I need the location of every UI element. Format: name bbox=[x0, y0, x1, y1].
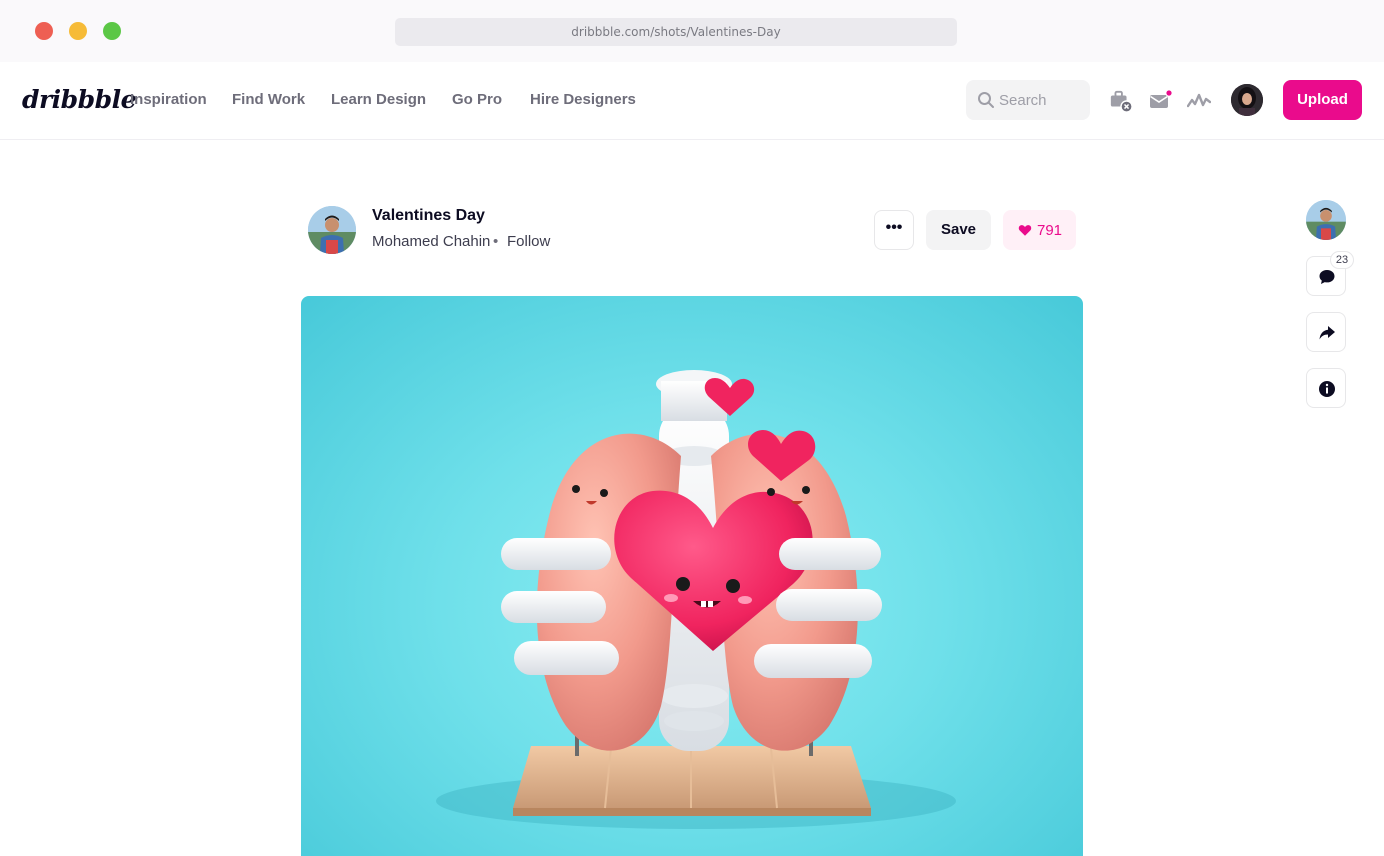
shot-title: Valentines Day bbox=[372, 207, 485, 224]
save-button[interactable]: Save bbox=[926, 210, 991, 250]
maximize-window-button[interactable] bbox=[103, 22, 121, 40]
more-options-button[interactable]: ••• bbox=[874, 210, 914, 250]
close-window-button[interactable] bbox=[35, 22, 53, 40]
user-avatar[interactable] bbox=[1231, 84, 1263, 116]
top-nav: dribbble Inspiration Find Work Learn Des… bbox=[0, 62, 1384, 140]
briefcase-icon[interactable] bbox=[1109, 89, 1133, 113]
minimize-window-button[interactable] bbox=[69, 22, 87, 40]
user-avatar-image bbox=[1231, 84, 1263, 116]
search-input[interactable]: Search bbox=[966, 80, 1090, 120]
nav-link-hire-designers[interactable]: Hire Designers bbox=[530, 91, 636, 108]
rail-author-avatar-image bbox=[1306, 200, 1346, 240]
address-bar[interactable]: dribbble.com/shots/Valentines-Day bbox=[395, 18, 957, 46]
like-button[interactable]: 791 bbox=[1003, 210, 1076, 250]
browser-chrome: dribbble.com/shots/Valentines-Day bbox=[0, 0, 1384, 62]
activity-icon[interactable] bbox=[1187, 89, 1211, 113]
heart-icon bbox=[1018, 225, 1032, 236]
mail-icon[interactable] bbox=[1148, 89, 1172, 113]
comment-icon bbox=[1319, 270, 1335, 284]
search-placeholder: Search bbox=[999, 92, 1047, 109]
upload-button[interactable]: Upload bbox=[1283, 80, 1362, 120]
nav-link-go-pro[interactable]: Go Pro bbox=[452, 91, 502, 108]
author-avatar-image bbox=[308, 206, 356, 254]
author-avatar[interactable] bbox=[308, 206, 356, 254]
share-icon bbox=[1319, 326, 1335, 340]
rail-author-avatar[interactable] bbox=[1306, 200, 1346, 240]
shot-image[interactable] bbox=[301, 296, 1083, 856]
search-icon bbox=[978, 92, 994, 108]
valentines-lungs-illustration bbox=[436, 370, 956, 829]
info-icon bbox=[1319, 381, 1335, 397]
nav-link-learn-design[interactable]: Learn Design bbox=[331, 91, 426, 108]
like-count: 791 bbox=[1037, 222, 1063, 239]
separator-dot: • bbox=[493, 233, 499, 250]
info-button[interactable] bbox=[1306, 368, 1346, 408]
author-name[interactable]: Mohamed Chahin bbox=[372, 233, 490, 250]
nav-link-inspiration[interactable]: Inspiration bbox=[130, 91, 207, 108]
follow-link[interactable]: Follow bbox=[507, 233, 550, 250]
share-button[interactable] bbox=[1306, 312, 1346, 352]
dribbble-logo[interactable]: dribbble bbox=[22, 85, 137, 114]
nav-link-find-work[interactable]: Find Work bbox=[232, 91, 305, 108]
comments-count-badge: 23 bbox=[1330, 251, 1354, 269]
